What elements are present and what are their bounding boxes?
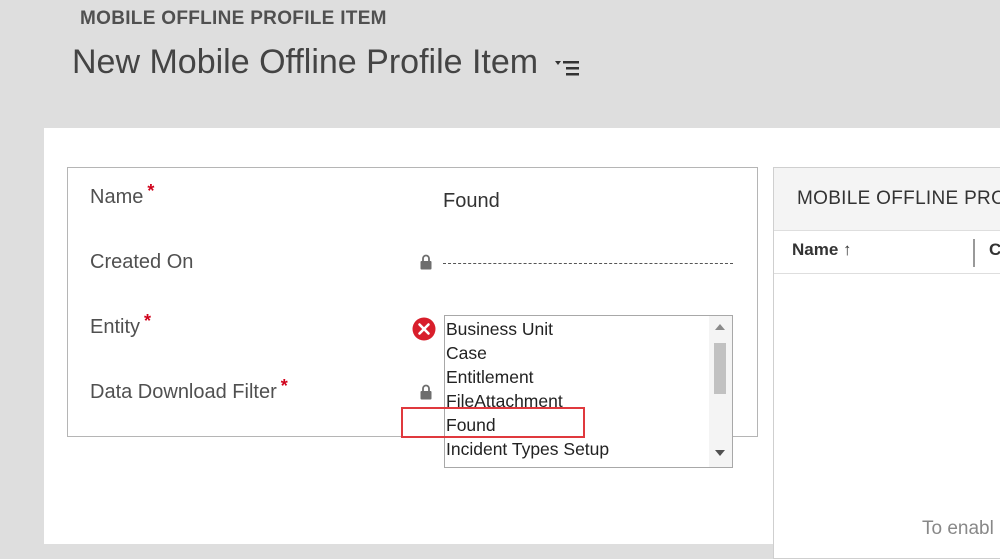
required-marker: *: [280, 376, 288, 396]
list-item[interactable]: Entitlement: [446, 367, 534, 388]
page-title: New Mobile Offline Profile Item: [72, 43, 539, 81]
grid-empty-message: To enabl: [922, 518, 994, 539]
required-marker: *: [147, 181, 155, 201]
scroll-down-icon[interactable]: [715, 450, 725, 456]
column-header-name[interactable]: Name ↑: [792, 240, 852, 260]
grid-title: MOBILE OFFLINE PRO: [797, 188, 1000, 209]
grid-column-headers: Name ↑ C: [774, 231, 1000, 274]
listbox-scrollbar[interactable]: [709, 316, 732, 467]
selection-highlight-box: [401, 407, 585, 438]
name-field[interactable]: Found: [443, 190, 500, 213]
name-field-label: Name *: [90, 181, 155, 208]
created-on-value: [443, 263, 733, 264]
entity-type-label: MOBILE OFFLINE PROFILE ITEM: [80, 8, 387, 29]
dropdown-list-icon[interactable]: [555, 58, 583, 78]
lock-icon: [420, 384, 432, 400]
required-marker: *: [144, 311, 152, 331]
scroll-up-icon[interactable]: [715, 324, 725, 330]
entity-listbox[interactable]: Business Unit Case Entitlement FileAttac…: [444, 315, 733, 468]
error-icon: [412, 317, 436, 341]
created-on-label: Created On: [90, 251, 194, 273]
scroll-thumb[interactable]: [714, 343, 726, 394]
list-item[interactable]: Case: [446, 343, 487, 364]
entity-field-label: Entity *: [90, 311, 152, 338]
column-header-next[interactable]: C: [989, 240, 1000, 260]
data-download-filter-label: Data Download Filter *: [90, 376, 288, 403]
list-item[interactable]: Incident Types Setup: [446, 439, 609, 460]
related-grid: MOBILE OFFLINE PRO Name ↑ C: [773, 167, 1000, 559]
grid-header: MOBILE OFFLINE PRO: [774, 168, 1000, 231]
lock-icon: [420, 254, 432, 270]
list-item[interactable]: Business Unit: [446, 319, 553, 340]
column-divider[interactable]: [973, 239, 975, 267]
